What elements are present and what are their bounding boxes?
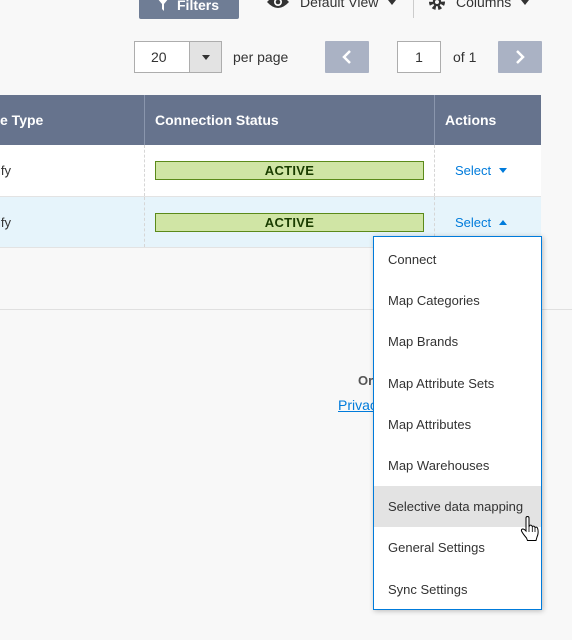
default-view-label: Default View <box>300 0 379 10</box>
row-actions-dropdown: Connect Map Categories Map Brands Map At… <box>373 236 542 610</box>
status-cell: ACTIVE <box>145 145 435 196</box>
per-page-toggle[interactable] <box>189 42 221 72</box>
menu-item-general-settings[interactable]: General Settings <box>374 527 541 568</box>
columns-label: Columns <box>456 0 512 10</box>
menu-item-map-attribute-sets[interactable]: Map Attribute Sets <box>374 363 541 404</box>
grid-header: e Type Connection Status Actions <box>0 95 541 145</box>
row-actions-select[interactable]: Select <box>435 145 541 196</box>
current-page-input[interactable]: 1 <box>397 41 441 73</box>
chevron-right-icon <box>516 50 525 64</box>
toolbar-divider <box>413 0 414 18</box>
menu-item-map-brands[interactable]: Map Brands <box>374 321 541 362</box>
status-badge: ACTIVE <box>155 212 424 232</box>
pagination: 20 per page 1 of 1 <box>0 41 572 73</box>
total-pages-label: of 1 <box>453 49 477 65</box>
chevron-up-icon <box>499 219 508 225</box>
status-badge: ACTIVE <box>155 161 424 180</box>
menu-item-connect[interactable]: Connect <box>374 239 541 280</box>
column-header-connection-status[interactable]: Connection Status <box>145 95 435 145</box>
menu-item-map-warehouses[interactable]: Map Warehouses <box>374 445 541 486</box>
filters-button[interactable]: Filters <box>139 0 239 19</box>
type-cell: ify <box>0 197 145 247</box>
eye-icon <box>267 0 289 8</box>
type-cell: ify <box>0 145 145 196</box>
menu-item-map-categories[interactable]: Map Categories <box>374 280 541 321</box>
chevron-down-icon <box>521 0 530 5</box>
menu-item-selective-data-mapping[interactable]: Selective data mapping <box>374 486 541 528</box>
grid-toolbar: Filters Default View Columns <box>0 0 572 22</box>
per-page-value: 20 <box>151 49 167 65</box>
data-grid: e Type Connection Status Actions ify ACT… <box>0 95 541 248</box>
per-page-select[interactable]: 20 <box>134 41 222 73</box>
per-page-label: per page <box>233 49 289 65</box>
select-action-label[interactable]: Select <box>455 215 491 230</box>
chevron-down-icon <box>201 54 210 60</box>
filter-icon <box>159 0 167 11</box>
chevron-down-icon <box>499 168 508 173</box>
hand-pointer-icon <box>520 516 539 541</box>
footer-text: Or <box>358 373 374 388</box>
chevron-down-icon <box>388 0 397 5</box>
table-row[interactable]: ify ACTIVE Select <box>0 145 541 197</box>
select-action-label[interactable]: Select <box>455 163 491 178</box>
column-header-actions: Actions <box>445 112 497 128</box>
chevron-left-icon <box>342 50 351 64</box>
next-page-button[interactable] <box>498 41 542 73</box>
default-view-button[interactable]: Default View <box>266 0 397 12</box>
previous-page-button[interactable] <box>325 41 369 73</box>
privacy-link[interactable]: Privac <box>338 397 377 413</box>
menu-item-sync-settings[interactable]: Sync Settings <box>374 569 541 610</box>
columns-button[interactable]: Columns <box>428 0 530 12</box>
column-header-type[interactable]: e Type <box>0 95 145 145</box>
gear-icon <box>429 0 445 10</box>
filters-label: Filters <box>177 0 220 13</box>
menu-item-map-attributes[interactable]: Map Attributes <box>374 404 541 445</box>
